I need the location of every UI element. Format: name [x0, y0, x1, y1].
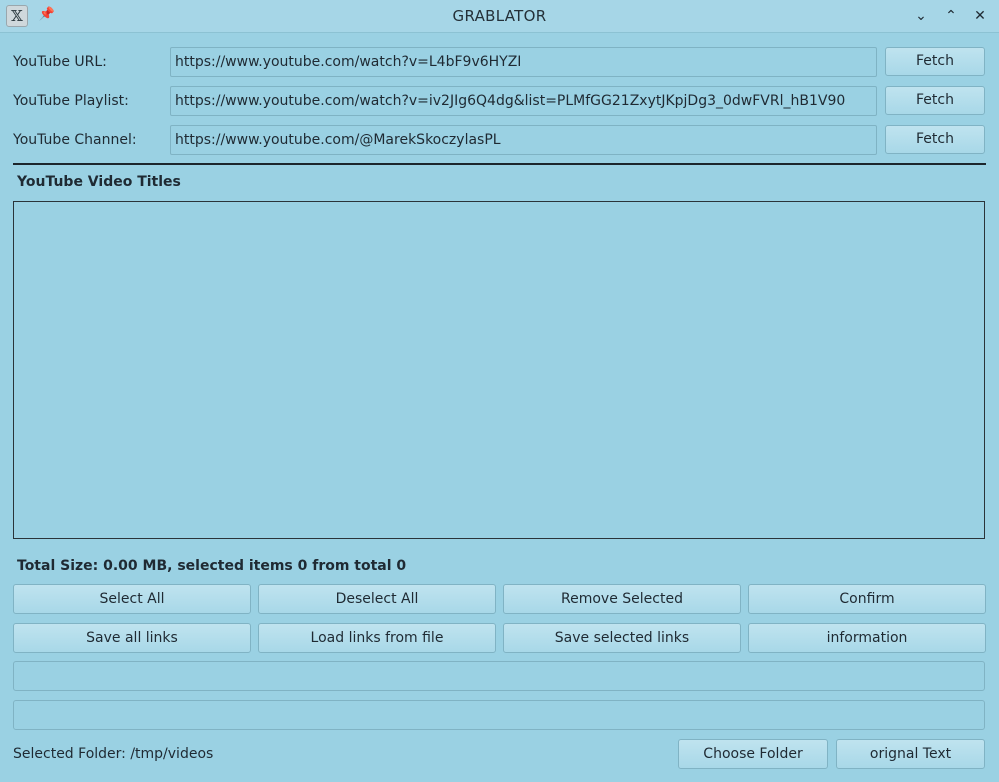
youtube-playlist-input[interactable]: [170, 86, 877, 116]
selected-folder-label: Selected Folder: /tmp/videos: [13, 746, 214, 762]
select-all-button[interactable]: Select All: [13, 584, 251, 614]
close-icon[interactable]: ✕: [969, 5, 991, 27]
choose-folder-button[interactable]: Choose Folder: [678, 739, 828, 769]
youtube-channel-label: YouTube Channel:: [13, 132, 137, 148]
save-selected-links-button[interactable]: Save selected links: [503, 623, 741, 653]
total-size-status: Total Size: 0.00 MB, selected items 0 fr…: [17, 558, 407, 574]
fetch-playlist-button[interactable]: Fetch: [885, 86, 985, 115]
progress-bar-1: [13, 661, 985, 691]
youtube-playlist-label: YouTube Playlist:: [13, 93, 129, 109]
minimize-icon[interactable]: ⌄: [910, 5, 932, 27]
confirm-button[interactable]: Confirm: [748, 584, 986, 614]
video-titles-heading: YouTube Video Titles: [17, 174, 181, 190]
separator: [13, 163, 986, 165]
original-text-button[interactable]: orignal Text: [836, 739, 985, 769]
title-bar: 𝕏 📌 GRABLATOR ⌄ ⌃ ✕: [0, 0, 999, 33]
fetch-url-button[interactable]: Fetch: [885, 47, 985, 76]
fetch-channel-button[interactable]: Fetch: [885, 125, 985, 154]
progress-bar-2: [13, 700, 985, 730]
window-title: GRABLATOR: [452, 7, 547, 25]
youtube-url-input[interactable]: [170, 47, 877, 77]
load-links-button[interactable]: Load links from file: [258, 623, 496, 653]
youtube-channel-input[interactable]: [170, 125, 877, 155]
maximize-icon[interactable]: ⌃: [940, 5, 962, 27]
save-all-links-button[interactable]: Save all links: [13, 623, 251, 653]
information-button[interactable]: information: [748, 623, 986, 653]
deselect-all-button[interactable]: Deselect All: [258, 584, 496, 614]
youtube-url-label: YouTube URL:: [13, 54, 107, 70]
video-titles-list[interactable]: [13, 201, 985, 539]
remove-selected-button[interactable]: Remove Selected: [503, 584, 741, 614]
